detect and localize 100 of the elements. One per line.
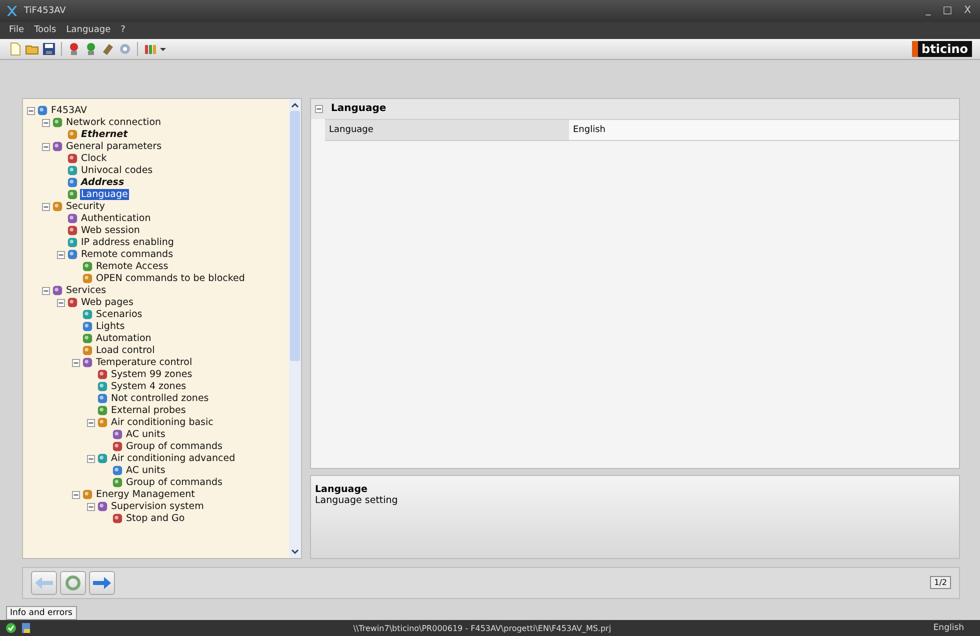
brand-logo: bticino (912, 41, 972, 58)
tree-item[interactable]: General parameters (65, 141, 163, 152)
menu-item[interactable]: ? (118, 25, 128, 36)
tree-item[interactable]: Address (80, 177, 126, 188)
node-icon (82, 357, 93, 368)
node-icon (52, 201, 63, 212)
node-icon (112, 429, 123, 440)
node-icon (67, 177, 78, 188)
node-icon (112, 441, 123, 452)
node-icon (82, 345, 93, 356)
tree-item[interactable]: Security (65, 201, 106, 212)
caret-icon[interactable] (160, 46, 166, 52)
tree-item[interactable]: Group of commands (125, 441, 224, 452)
tree-item[interactable]: Network connection (65, 117, 162, 128)
scrollbar[interactable] (289, 98, 301, 558)
tree-item[interactable]: Energy Management (95, 489, 196, 500)
tree-item[interactable]: External probes (110, 405, 187, 416)
window-control[interactable]: _ (922, 5, 934, 16)
tree-item[interactable]: F453AV (50, 105, 88, 116)
app-logo-icon (6, 4, 18, 17)
forward-button[interactable] (89, 570, 115, 595)
tree-item[interactable]: AC units (125, 429, 166, 440)
node-icon (82, 261, 93, 272)
tree-item[interactable]: Air conditioning basic (110, 417, 214, 428)
node-icon (67, 225, 78, 236)
tree-item[interactable]: Services (65, 285, 108, 296)
tree-item[interactable]: System 4 zones (110, 381, 188, 392)
tree-item[interactable]: Not controlled zones (110, 393, 210, 404)
tree-item[interactable]: Load control (95, 345, 156, 356)
collapse-icon[interactable] (315, 104, 323, 113)
tree-item[interactable]: Temperature control (95, 357, 194, 368)
node-icon (67, 165, 78, 176)
collapse-icon[interactable] (72, 490, 80, 499)
tree-item[interactable]: Automation (95, 333, 152, 344)
node-icon (52, 141, 63, 152)
collapse-icon[interactable] (87, 418, 95, 427)
node-icon (112, 513, 123, 524)
collapse-icon[interactable] (57, 250, 65, 259)
scroll-up-icon[interactable] (291, 102, 299, 108)
language-indicator: English (933, 623, 964, 634)
info-tab[interactable]: Info and errors (6, 606, 76, 620)
window-control[interactable]: X (961, 5, 974, 16)
device-icon[interactable] (84, 42, 98, 56)
tree-item[interactable]: AC units (125, 465, 166, 476)
collapse-icon[interactable] (42, 286, 50, 295)
check-icon (6, 623, 16, 634)
collapse-icon[interactable] (87, 454, 95, 463)
collapse-icon[interactable] (72, 358, 80, 367)
tree-item[interactable]: Web session (80, 225, 141, 236)
tree-item[interactable]: Ethernet (80, 129, 129, 140)
tree-item[interactable]: Group of commands (125, 477, 224, 488)
tree-item[interactable]: Remote commands (80, 249, 174, 260)
node-icon (52, 117, 63, 128)
document-icon (21, 623, 31, 634)
tree-item[interactable]: Stop and Go (125, 513, 186, 524)
node-icon (52, 285, 63, 296)
tree-item[interactable]: OPEN commands to be blocked (95, 273, 246, 284)
tree-item[interactable]: System 99 zones (110, 369, 194, 380)
menu-item[interactable]: Language (63, 25, 114, 36)
collapse-icon[interactable] (57, 298, 65, 307)
tree-item[interactable]: Authentication (80, 213, 152, 224)
collapse-icon[interactable] (42, 202, 50, 211)
menu-item[interactable]: Tools (31, 25, 60, 36)
node-icon (82, 309, 93, 320)
node-icon (67, 249, 78, 260)
tree-item[interactable]: Lights (95, 321, 126, 332)
menu-item[interactable]: File (6, 25, 28, 36)
collapse-icon[interactable] (87, 502, 95, 511)
tree-item[interactable]: Air conditioning advanced (110, 453, 236, 464)
tree-item[interactable]: Scenarios (95, 309, 144, 320)
node-icon (97, 393, 108, 404)
refresh-button[interactable] (60, 570, 86, 595)
node-icon (112, 477, 123, 488)
back-arrow-icon (34, 576, 54, 590)
tree-item[interactable]: Clock (80, 153, 108, 164)
collapse-icon[interactable] (27, 106, 35, 115)
node-icon (97, 369, 108, 380)
tree-item[interactable]: Language (80, 189, 129, 200)
window-control[interactable]: □ (940, 5, 956, 16)
save-icon[interactable] (42, 42, 56, 56)
node-icon (97, 453, 108, 464)
tree-item[interactable]: IP address enabling (80, 237, 175, 248)
node-icon (112, 465, 123, 476)
property-name: Language (325, 120, 569, 140)
collapse-icon[interactable] (42, 118, 50, 127)
node-icon (67, 213, 78, 224)
node-icon (97, 405, 108, 416)
device-icon[interactable] (67, 42, 81, 56)
tree-item[interactable]: Remote Access (95, 261, 170, 272)
collapse-icon[interactable] (42, 142, 50, 151)
property-value[interactable]: English (569, 120, 959, 140)
node-icon (67, 297, 78, 308)
node-icon (67, 189, 78, 200)
scroll-down-icon[interactable] (291, 549, 299, 556)
tree-item[interactable]: Supervision system (110, 501, 205, 512)
node-icon (97, 381, 108, 392)
node-icon (97, 501, 108, 512)
node-icon (67, 153, 78, 164)
tree-item[interactable]: Web pages (80, 297, 134, 308)
tree-item[interactable]: Univocal codes (80, 165, 154, 176)
